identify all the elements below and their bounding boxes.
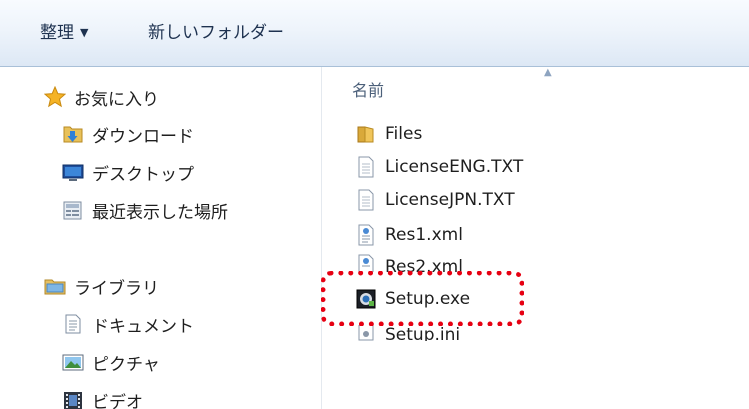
organize-button[interactable]: 整理 ▼ (40, 22, 88, 44)
file-row-res1[interactable]: Res1.xml (356, 222, 463, 248)
file-name: Res1.xml (385, 225, 463, 245)
chevron-down-icon: ▼ (80, 26, 89, 39)
explorer-window: 整理 ▼ 新しいフォルダー お気に入り ダウンロード デスクトップ 最近表示した… (0, 0, 749, 409)
file-name: Setup.ini (385, 325, 461, 341)
nav-item-recent-places-label: 最近表示した場所 (92, 202, 228, 223)
videos-icon (62, 389, 84, 409)
nav-favorites-label: お気に入り (74, 89, 159, 110)
nav-item-documents-label: ドキュメント (92, 316, 194, 337)
file-row-res2[interactable]: Res2.xml (356, 254, 463, 272)
column-header-name[interactable]: 名前 (352, 77, 384, 101)
downloads-folder-icon (62, 123, 84, 145)
nav-item-desktop-label: デスクトップ (92, 164, 194, 185)
file-name: Files (385, 124, 423, 144)
new-folder-button[interactable]: 新しいフォルダー (148, 22, 284, 44)
file-row-license-jpn[interactable]: LicenseJPN.TXT (356, 187, 515, 213)
xml-file-icon (356, 224, 376, 246)
file-name: Res2.xml (385, 257, 463, 272)
nav-item-pictures-label: ピクチャ (92, 354, 160, 375)
nav-item-pictures[interactable]: ピクチャ (62, 350, 160, 375)
column-header-name-label: 名前 (352, 81, 385, 100)
file-name: LicenseENG.TXT (385, 157, 524, 177)
new-folder-label: 新しいフォルダー (148, 23, 284, 43)
desktop-icon (62, 161, 84, 183)
nav-item-desktop[interactable]: デスクトップ (62, 160, 194, 185)
pictures-icon (62, 351, 84, 373)
file-row-license-eng[interactable]: LicenseENG.TXT (356, 154, 523, 180)
documents-icon (62, 313, 84, 335)
file-name: LicenseJPN.TXT (385, 190, 515, 210)
file-row-setup-ini[interactable]: Setup.ini (356, 325, 460, 341)
navigation-pane: お気に入り ダウンロード デスクトップ 最近表示した場所 ライブラリ ドキュメン… (0, 67, 322, 409)
command-bar: 整理 ▼ 新しいフォルダー (0, 0, 749, 67)
file-row-files[interactable]: Files (356, 121, 422, 147)
nav-favorites[interactable]: お気に入り (44, 85, 159, 110)
library-icon (44, 275, 66, 297)
file-list-pane: ▲ 名前 Files LicenseENG.TXT LicenseJPN.TXT… (322, 67, 749, 409)
nav-item-downloads[interactable]: ダウンロード (62, 122, 194, 147)
organize-label: 整理 (40, 23, 74, 43)
sort-ascending-icon: ▲ (544, 67, 552, 78)
nav-item-recent-places[interactable]: 最近表示した場所 (62, 198, 228, 223)
setup-exe-icon (356, 288, 376, 310)
nav-item-videos[interactable]: ビデオ (62, 388, 143, 409)
file-row-setup-exe[interactable]: Setup.exe (356, 286, 470, 312)
nav-item-videos-label: ビデオ (92, 392, 143, 409)
file-name: Setup.exe (385, 289, 471, 309)
text-file-icon (356, 156, 376, 178)
settings-file-icon (356, 325, 376, 341)
text-file-icon (356, 189, 376, 211)
star-icon (44, 86, 66, 108)
folder-icon (356, 123, 376, 145)
nav-item-downloads-label: ダウンロード (92, 126, 194, 147)
nav-item-documents[interactable]: ドキュメント (62, 312, 194, 337)
nav-libraries-label: ライブラリ (74, 278, 159, 299)
recent-places-icon (62, 199, 84, 221)
xml-file-icon (356, 254, 376, 272)
nav-libraries[interactable]: ライブラリ (44, 274, 159, 299)
